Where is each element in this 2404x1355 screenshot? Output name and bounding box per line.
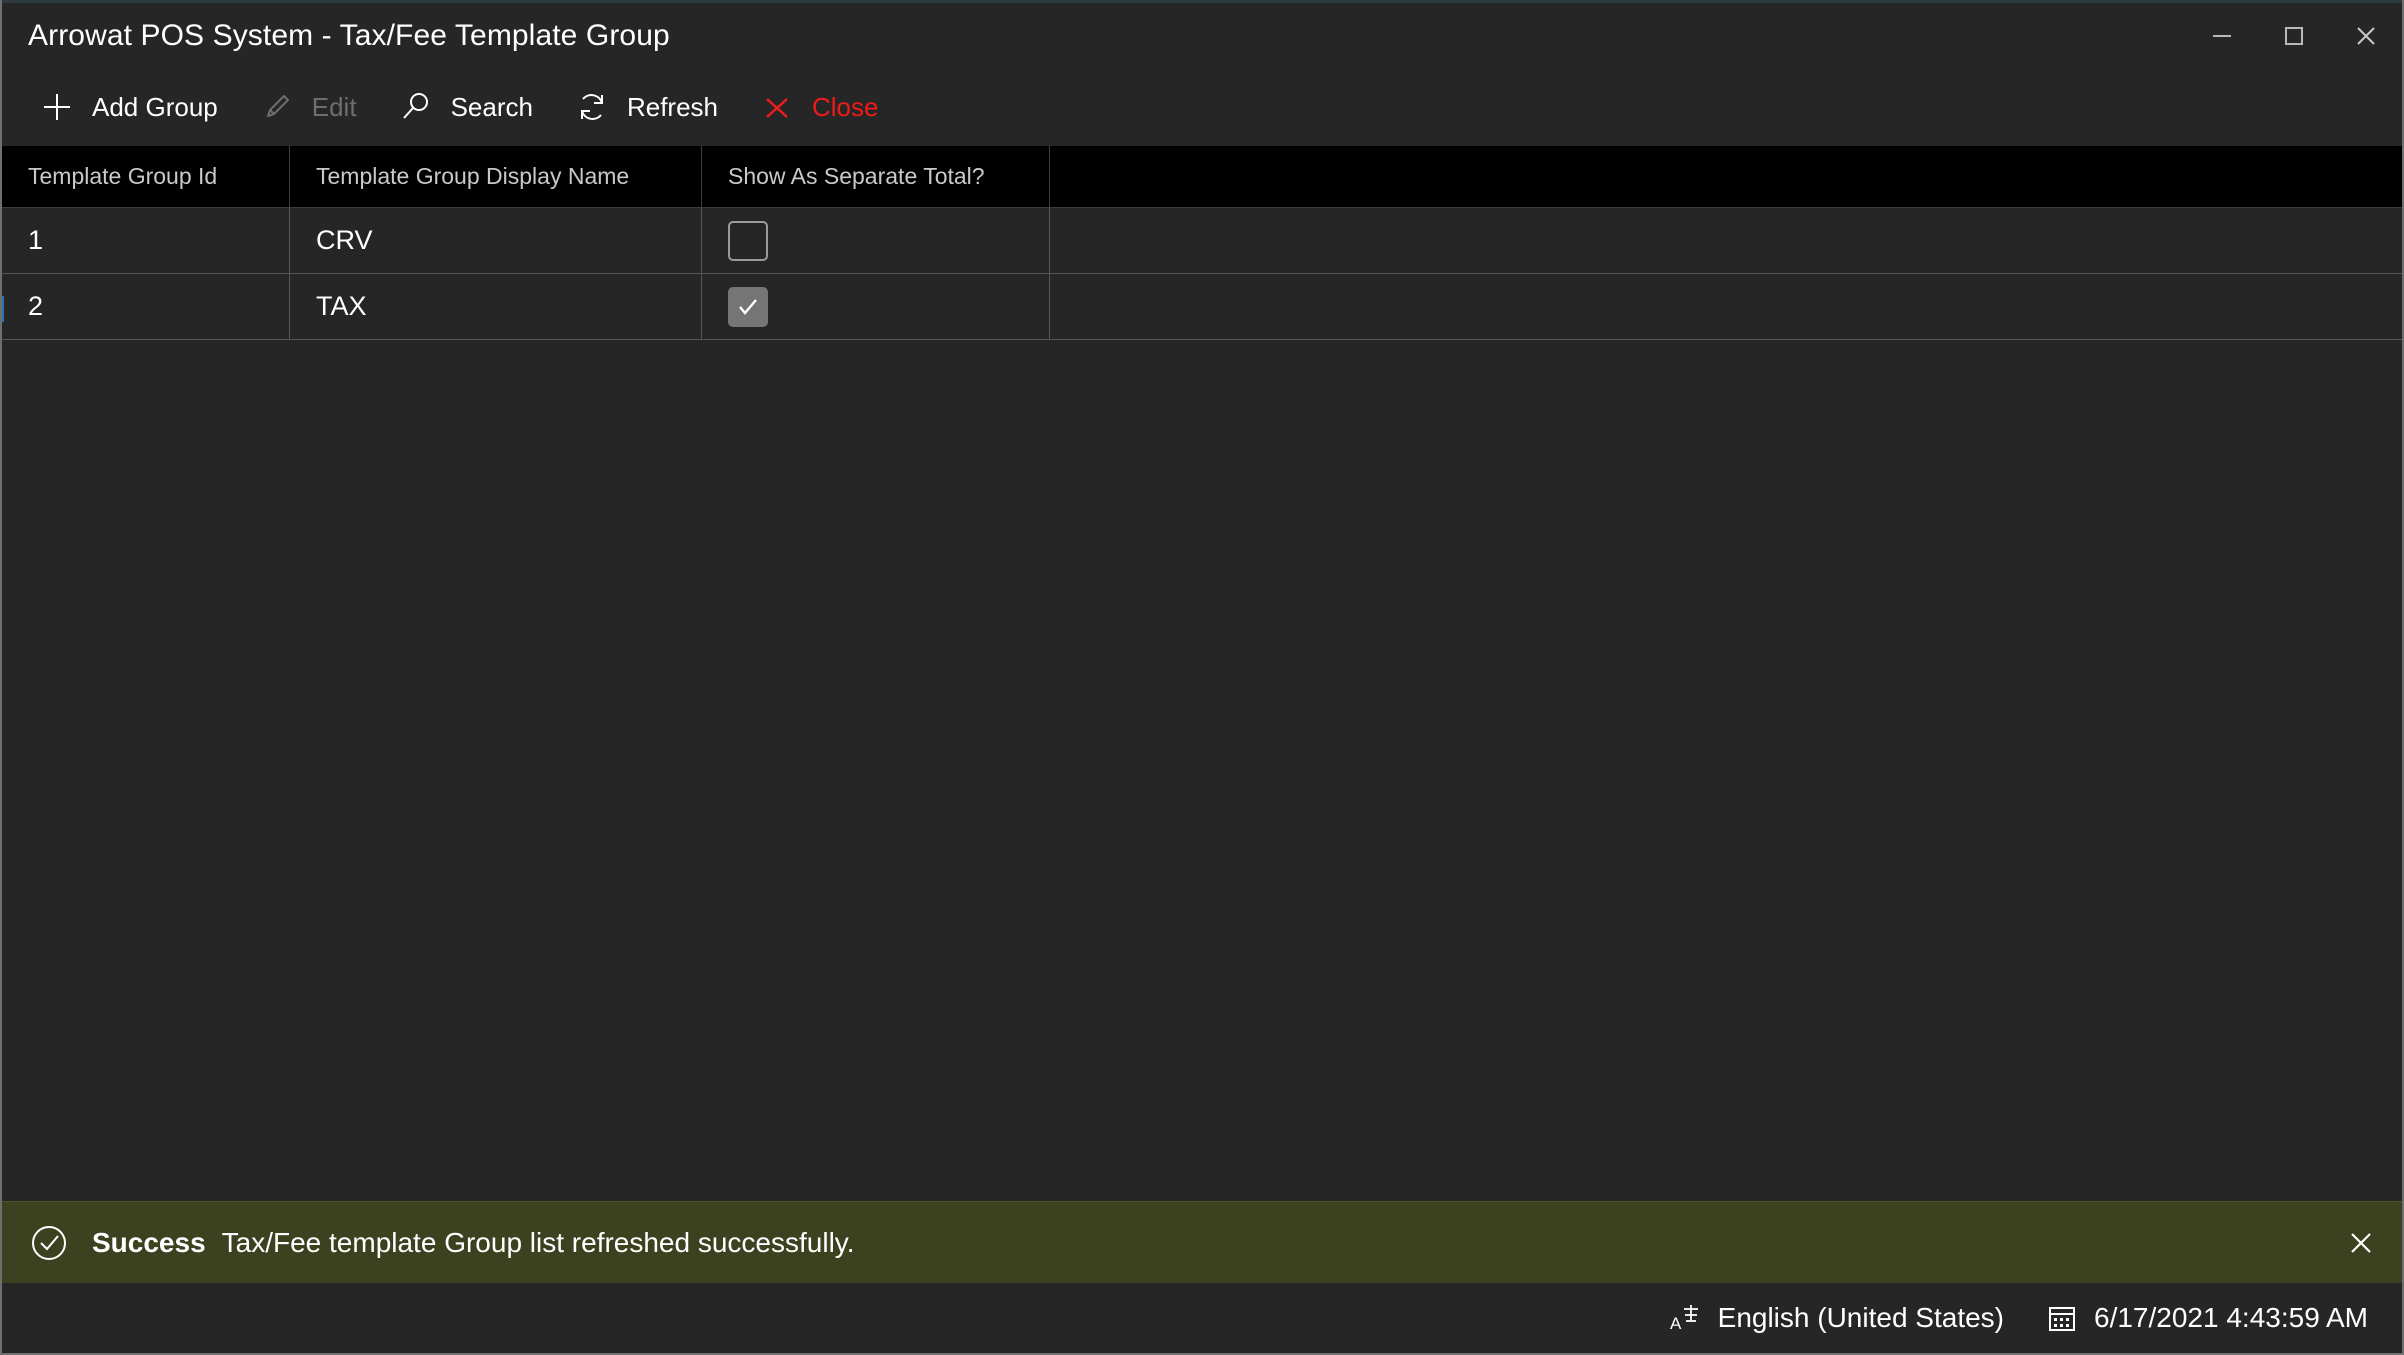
- refresh-icon: [571, 86, 613, 128]
- window-controls: [2186, 3, 2402, 68]
- column-header-empty: [1050, 146, 2402, 207]
- checkbox-checked[interactable]: [728, 286, 768, 327]
- pencil-icon: [256, 86, 298, 128]
- column-header-display-name[interactable]: Template Group Display Name: [290, 146, 702, 207]
- close-button[interactable]: [2330, 3, 2402, 68]
- grid-empty-area: [2, 340, 2402, 1201]
- language-indicator[interactable]: A English (United States): [1668, 1301, 2004, 1335]
- datetime-indicator[interactable]: 6/17/2021 4:43:59 AM: [2046, 1302, 2368, 1334]
- template-group-grid: Template Group Id Template Group Display…: [2, 146, 2402, 1201]
- row-selection-marker: [2, 296, 4, 322]
- success-banner: Success Tax/Fee template Group list refr…: [2, 1201, 2402, 1283]
- banner-message: Tax/Fee template Group list refreshed su…: [221, 1226, 855, 1258]
- refresh-label: Refresh: [626, 91, 718, 122]
- close-toolbar-label: Close: [812, 91, 879, 122]
- refresh-button[interactable]: Refresh: [555, 78, 734, 136]
- edit-button[interactable]: Edit: [240, 78, 373, 136]
- check-circle-icon: [28, 1222, 70, 1264]
- search-icon: [395, 86, 437, 128]
- toolbar: Add Group Edit Search Refresh Close: [2, 68, 2402, 146]
- cell-display-name: TAX: [290, 274, 702, 339]
- cell-empty: [1050, 208, 2402, 273]
- close-toolbar-button[interactable]: Close: [740, 78, 894, 136]
- status-bar: A English (United States) 6/17/2021 4:43…: [2, 1283, 2402, 1353]
- banner-title: Success: [92, 1226, 206, 1258]
- application-window: Arrowat POS System - Tax/Fee Template Gr…: [0, 0, 2404, 1355]
- cell-empty: [1050, 274, 2402, 339]
- search-button[interactable]: Search: [379, 78, 549, 136]
- maximize-button[interactable]: [2258, 3, 2330, 68]
- grid-header-row: Template Group Id Template Group Display…: [2, 146, 2402, 208]
- banner-close-button[interactable]: [2320, 1202, 2402, 1283]
- language-label: English (United States): [1717, 1302, 2004, 1333]
- column-header-template-group-id[interactable]: Template Group Id: [2, 146, 290, 207]
- title-bar: Arrowat POS System - Tax/Fee Template Gr…: [2, 0, 2402, 68]
- cell-template-group-id: 2: [2, 274, 290, 339]
- edit-label: Edit: [311, 91, 357, 122]
- cell-template-group-id: 1: [2, 208, 290, 273]
- column-header-show-separate-total[interactable]: Show As Separate Total?: [702, 146, 1050, 207]
- add-group-label: Add Group: [92, 91, 218, 122]
- cell-show-separate-total: [702, 274, 1050, 339]
- cell-display-name: CRV: [290, 208, 702, 273]
- add-group-button[interactable]: Add Group: [20, 78, 234, 136]
- table-row[interactable]: 2 TAX: [2, 274, 2402, 340]
- checkbox-unchecked[interactable]: [728, 220, 768, 261]
- svg-text:A: A: [1670, 1314, 1682, 1333]
- cell-show-separate-total: [702, 208, 1050, 273]
- minimize-button[interactable]: [2186, 3, 2258, 68]
- search-label: Search: [450, 91, 533, 122]
- x-icon: [756, 86, 798, 128]
- window-title: Arrowat POS System - Tax/Fee Template Gr…: [28, 18, 670, 52]
- datetime-label: 6/17/2021 4:43:59 AM: [2094, 1302, 2368, 1333]
- table-row[interactable]: 1 CRV: [2, 208, 2402, 274]
- plus-icon: [36, 86, 78, 128]
- calendar-icon: [2046, 1302, 2078, 1334]
- input-language-icon: A: [1668, 1301, 1702, 1335]
